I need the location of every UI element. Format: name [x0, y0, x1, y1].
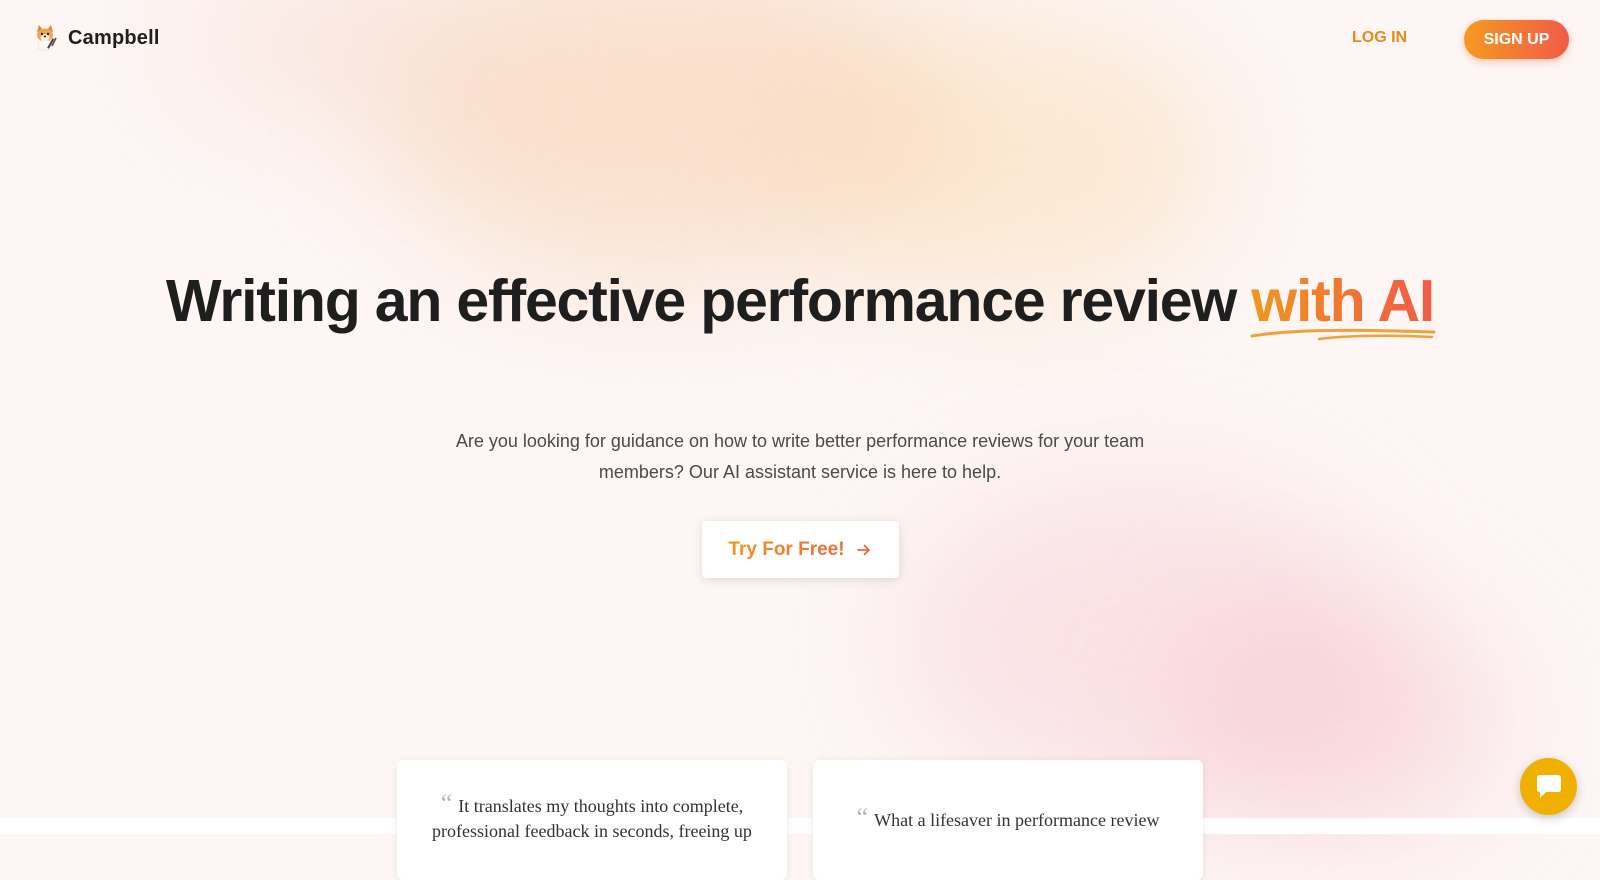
squiggle-underline-icon	[1250, 328, 1436, 341]
testimonial-card: “It translates my thoughts into complete…	[397, 760, 787, 880]
hero-subtitle: Are you looking for guidance on how to w…	[455, 431, 1145, 482]
hero-title-main: Writing an effective performance review	[165, 268, 1252, 334]
try-for-free-button[interactable]: Try For Free!	[702, 521, 899, 578]
quote-mark-icon: “	[440, 789, 453, 818]
chat-bubble-icon	[1534, 773, 1564, 801]
testimonial-text: It translates my thoughts into complete,…	[432, 796, 752, 841]
background-glow	[900, 480, 1380, 800]
quote-mark-icon: “	[856, 803, 869, 832]
testimonial-quote: “What a lifesaver in performance review	[843, 805, 1173, 833]
brand-name: Campbell	[68, 26, 160, 49]
page-bottom-strip	[0, 818, 1600, 834]
login-link[interactable]: LOG IN	[1352, 29, 1407, 47]
testimonial-text: What a lifesaver in performance review	[874, 810, 1160, 830]
background-glow	[1180, 600, 1500, 840]
hero-title-accent-text: with AI	[1251, 268, 1435, 334]
brand-logo-link[interactable]: Campbell	[32, 24, 160, 52]
testimonial-quote: “It translates my thoughts into complete…	[427, 791, 757, 844]
dog-mascot-icon	[32, 24, 58, 52]
signup-button[interactable]: SIGN UP	[1464, 20, 1569, 59]
arrow-right-icon	[855, 541, 873, 559]
site-header: Campbell LOG IN SIGN UP	[0, 0, 1600, 80]
chat-launcher-button[interactable]	[1520, 758, 1577, 815]
testimonial-card: “What a lifesaver in performance review	[813, 760, 1203, 880]
cta-label: Try For Free!	[728, 538, 845, 560]
hero-title-accent: with AI	[1250, 272, 1436, 341]
hero-title: Writing an effective performance review …	[0, 272, 1600, 341]
